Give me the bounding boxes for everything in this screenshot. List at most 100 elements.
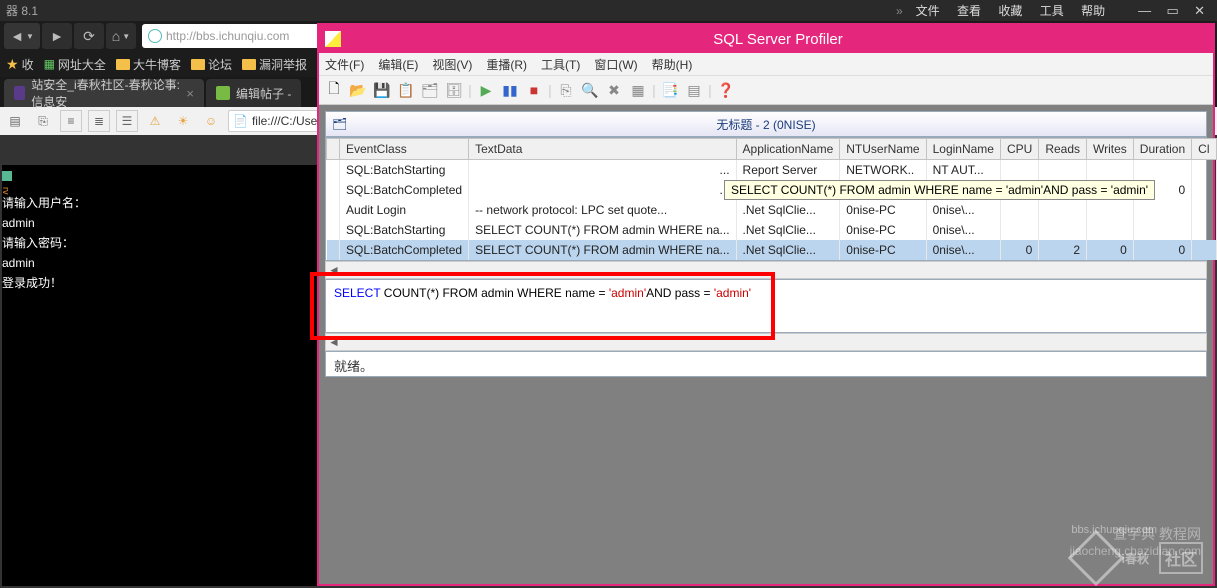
scroll-left-icon[interactable]: ◄ — [326, 335, 342, 349]
menu-file[interactable]: 文件 — [916, 4, 940, 18]
col-login[interactable]: LoginName — [926, 139, 1000, 160]
props-icon[interactable]: 📋 — [395, 79, 417, 101]
menu-edit[interactable]: 编辑(E) — [378, 56, 418, 73]
document-title: 🗂 无标题 - 2 (0NISE) — [325, 111, 1207, 137]
home-button[interactable]: ⌂▼ — [106, 23, 136, 49]
sql-string: 'admin' — [714, 286, 751, 300]
help-icon[interactable]: ❓ — [715, 79, 737, 101]
scroll-left-icon[interactable]: ◄ — [326, 263, 342, 277]
table-icon[interactable]: ▤ — [683, 79, 705, 101]
menu-replay[interactable]: 重播(R) — [486, 56, 527, 73]
window-controls: — ▭ ✕ — [1132, 3, 1211, 19]
col-cl[interactable]: Cl — [1192, 139, 1216, 160]
menu-help[interactable]: 帮助 — [1081, 4, 1105, 18]
open-icon[interactable]: 📂 — [347, 79, 369, 101]
address-bar[interactable]: http://bbs.ichunqiu.com — [142, 24, 342, 48]
doc-icon[interactable]: ▤ — [4, 110, 26, 132]
play-icon[interactable]: ▶ — [475, 79, 497, 101]
forward-button[interactable]: ► — [42, 23, 72, 49]
pause-icon[interactable]: ▮▮ — [499, 79, 521, 101]
menu-file[interactable]: 文件(F) — [325, 56, 364, 73]
template-icon[interactable]: 📑 — [659, 79, 681, 101]
tab-label: 编辑帖子 - — [236, 85, 291, 102]
align-center-icon[interactable]: ≣ — [88, 110, 110, 132]
grid-icon: ▦ — [44, 57, 55, 71]
clear-icon[interactable]: ✖ — [603, 79, 625, 101]
warn-icon[interactable]: ⚠ — [144, 110, 166, 132]
globe-icon — [148, 29, 162, 43]
table-row[interactable]: Audit Login-- network protocol: LPC set … — [327, 200, 1217, 220]
tab-favicon — [14, 86, 25, 100]
menu-window[interactable]: 窗口(W) — [594, 56, 637, 73]
tab-2[interactable]: 编辑帖子 - — [206, 79, 301, 107]
profiler-toolbar: 🗋 📂 💾 📋 🗂 🗄 | ▶ ▮▮ ■ | ⎘ 🔍 ✖ ▦ | 📑 ▤ | ❓ — [319, 75, 1213, 105]
gutter-text: rv — [0, 187, 11, 195]
console-line: admin — [2, 213, 317, 233]
close-icon[interactable]: ✕ — [1194, 3, 1205, 18]
gutter-icon — [2, 171, 12, 181]
table-row[interactable]: SQL:BatchStartingSELECT COUNT(*) FROM ad… — [327, 220, 1217, 240]
folder-icon — [242, 59, 256, 70]
col-ntuser[interactable]: NTUserName — [840, 139, 926, 160]
tree-icon[interactable]: 🗂 — [419, 79, 441, 101]
menu-fav[interactable]: 收藏 — [998, 4, 1022, 18]
col-cpu[interactable]: CPU — [1000, 139, 1038, 160]
bookmark-sites[interactable]: ▦网址大全 — [44, 56, 106, 73]
col-eventclass[interactable]: EventClass — [340, 139, 469, 160]
console-line: 请输入用户名： — [2, 193, 317, 213]
copy-icon[interactable]: ⎘ — [555, 79, 577, 101]
align-left-icon[interactable]: ≡ — [60, 110, 82, 132]
bookmark-report[interactable]: 漏洞举报 — [242, 56, 307, 73]
status-pane: 就绪。 — [325, 351, 1207, 377]
profiler-titlebar[interactable]: SQL Server Profiler — [319, 25, 1213, 53]
separator: | — [651, 79, 657, 101]
face-icon[interactable]: ☺ — [200, 110, 222, 132]
h-scrollbar[interactable]: ◄ — [325, 261, 1207, 279]
bookmark-forum[interactable]: 论坛 — [191, 56, 232, 73]
tab-1[interactable]: 站安全_i春秋社区-春秋论事:信息安 × — [4, 79, 204, 107]
reload-button[interactable]: ⟳ — [74, 23, 104, 49]
minimize-icon[interactable]: — — [1138, 3, 1151, 18]
profiler-menubar: 文件(F) 编辑(E) 视图(V) 重播(R) 工具(T) 窗口(W) 帮助(H… — [319, 53, 1213, 75]
align-right-icon[interactable]: ☰ — [116, 110, 138, 132]
separator: | — [547, 79, 553, 101]
table-row[interactable]: SQL:BatchCompletedSELECT COUNT(*) FROM a… — [327, 240, 1217, 260]
console-output: 请输入用户名： admin 请输入密码： admin 登录成功！ — [2, 165, 317, 586]
menu-help[interactable]: 帮助(H) — [652, 56, 693, 73]
col-writes[interactable]: Writes — [1087, 139, 1134, 160]
col-appname[interactable]: ApplicationName — [736, 139, 840, 160]
sql-detail-pane[interactable]: SELECT COUNT(*) FROM admin WHERE name = … — [325, 279, 1207, 333]
save-icon[interactable]: 💾 — [371, 79, 393, 101]
url-text: http://bbs.ichunqiu.com — [166, 29, 289, 43]
system-titlebar: 器 8.1 » 文件 查看 收藏 工具 帮助 — ▭ ✕ — [0, 0, 1217, 21]
sun-icon[interactable]: ☀ — [172, 110, 194, 132]
menu-view[interactable]: 查看 — [957, 4, 981, 18]
menu-tools[interactable]: 工具 — [1040, 4, 1064, 18]
db-icon[interactable]: 🗄 — [443, 79, 465, 101]
doc-icon: 🗂 — [332, 117, 347, 131]
maximize-icon[interactable]: ▭ — [1166, 3, 1178, 18]
bookmark-blog[interactable]: 大牛博客 — [116, 56, 181, 73]
back-button[interactable]: ◄▼ — [4, 23, 40, 49]
star-icon: ★ — [6, 56, 19, 73]
bookmark-fav[interactable]: ★收 — [6, 56, 34, 73]
grid-icon[interactable]: ▦ — [627, 79, 649, 101]
copy-icon[interactable]: ⎘ — [32, 110, 54, 132]
stop-icon[interactable]: ■ — [523, 79, 545, 101]
menu-view[interactable]: 视图(V) — [432, 56, 472, 73]
row-selector — [327, 139, 340, 160]
table-row[interactable]: SQL:BatchStarting...Report ServerNETWORK… — [327, 160, 1217, 181]
col-reads[interactable]: Reads — [1039, 139, 1087, 160]
col-duration[interactable]: Duration — [1133, 139, 1191, 160]
watermark-url: bbs.ichunqiu.com — [1071, 524, 1157, 536]
col-textdata[interactable]: TextData — [469, 139, 736, 160]
profiler-window: SQL Server Profiler 文件(F) 编辑(E) 视图(V) 重播… — [317, 23, 1215, 586]
h-scrollbar-2[interactable]: ◄ — [325, 333, 1207, 351]
sql-string: 'admin' — [609, 286, 646, 300]
find-icon[interactable]: 🔍 — [579, 79, 601, 101]
menu-tools[interactable]: 工具(T) — [541, 56, 580, 73]
new-icon[interactable]: 🗋 — [323, 79, 345, 101]
menu-arrow: » — [896, 4, 903, 18]
profiler-title: SQL Server Profiler — [349, 31, 1207, 48]
tab-close-icon[interactable]: × — [186, 86, 194, 101]
